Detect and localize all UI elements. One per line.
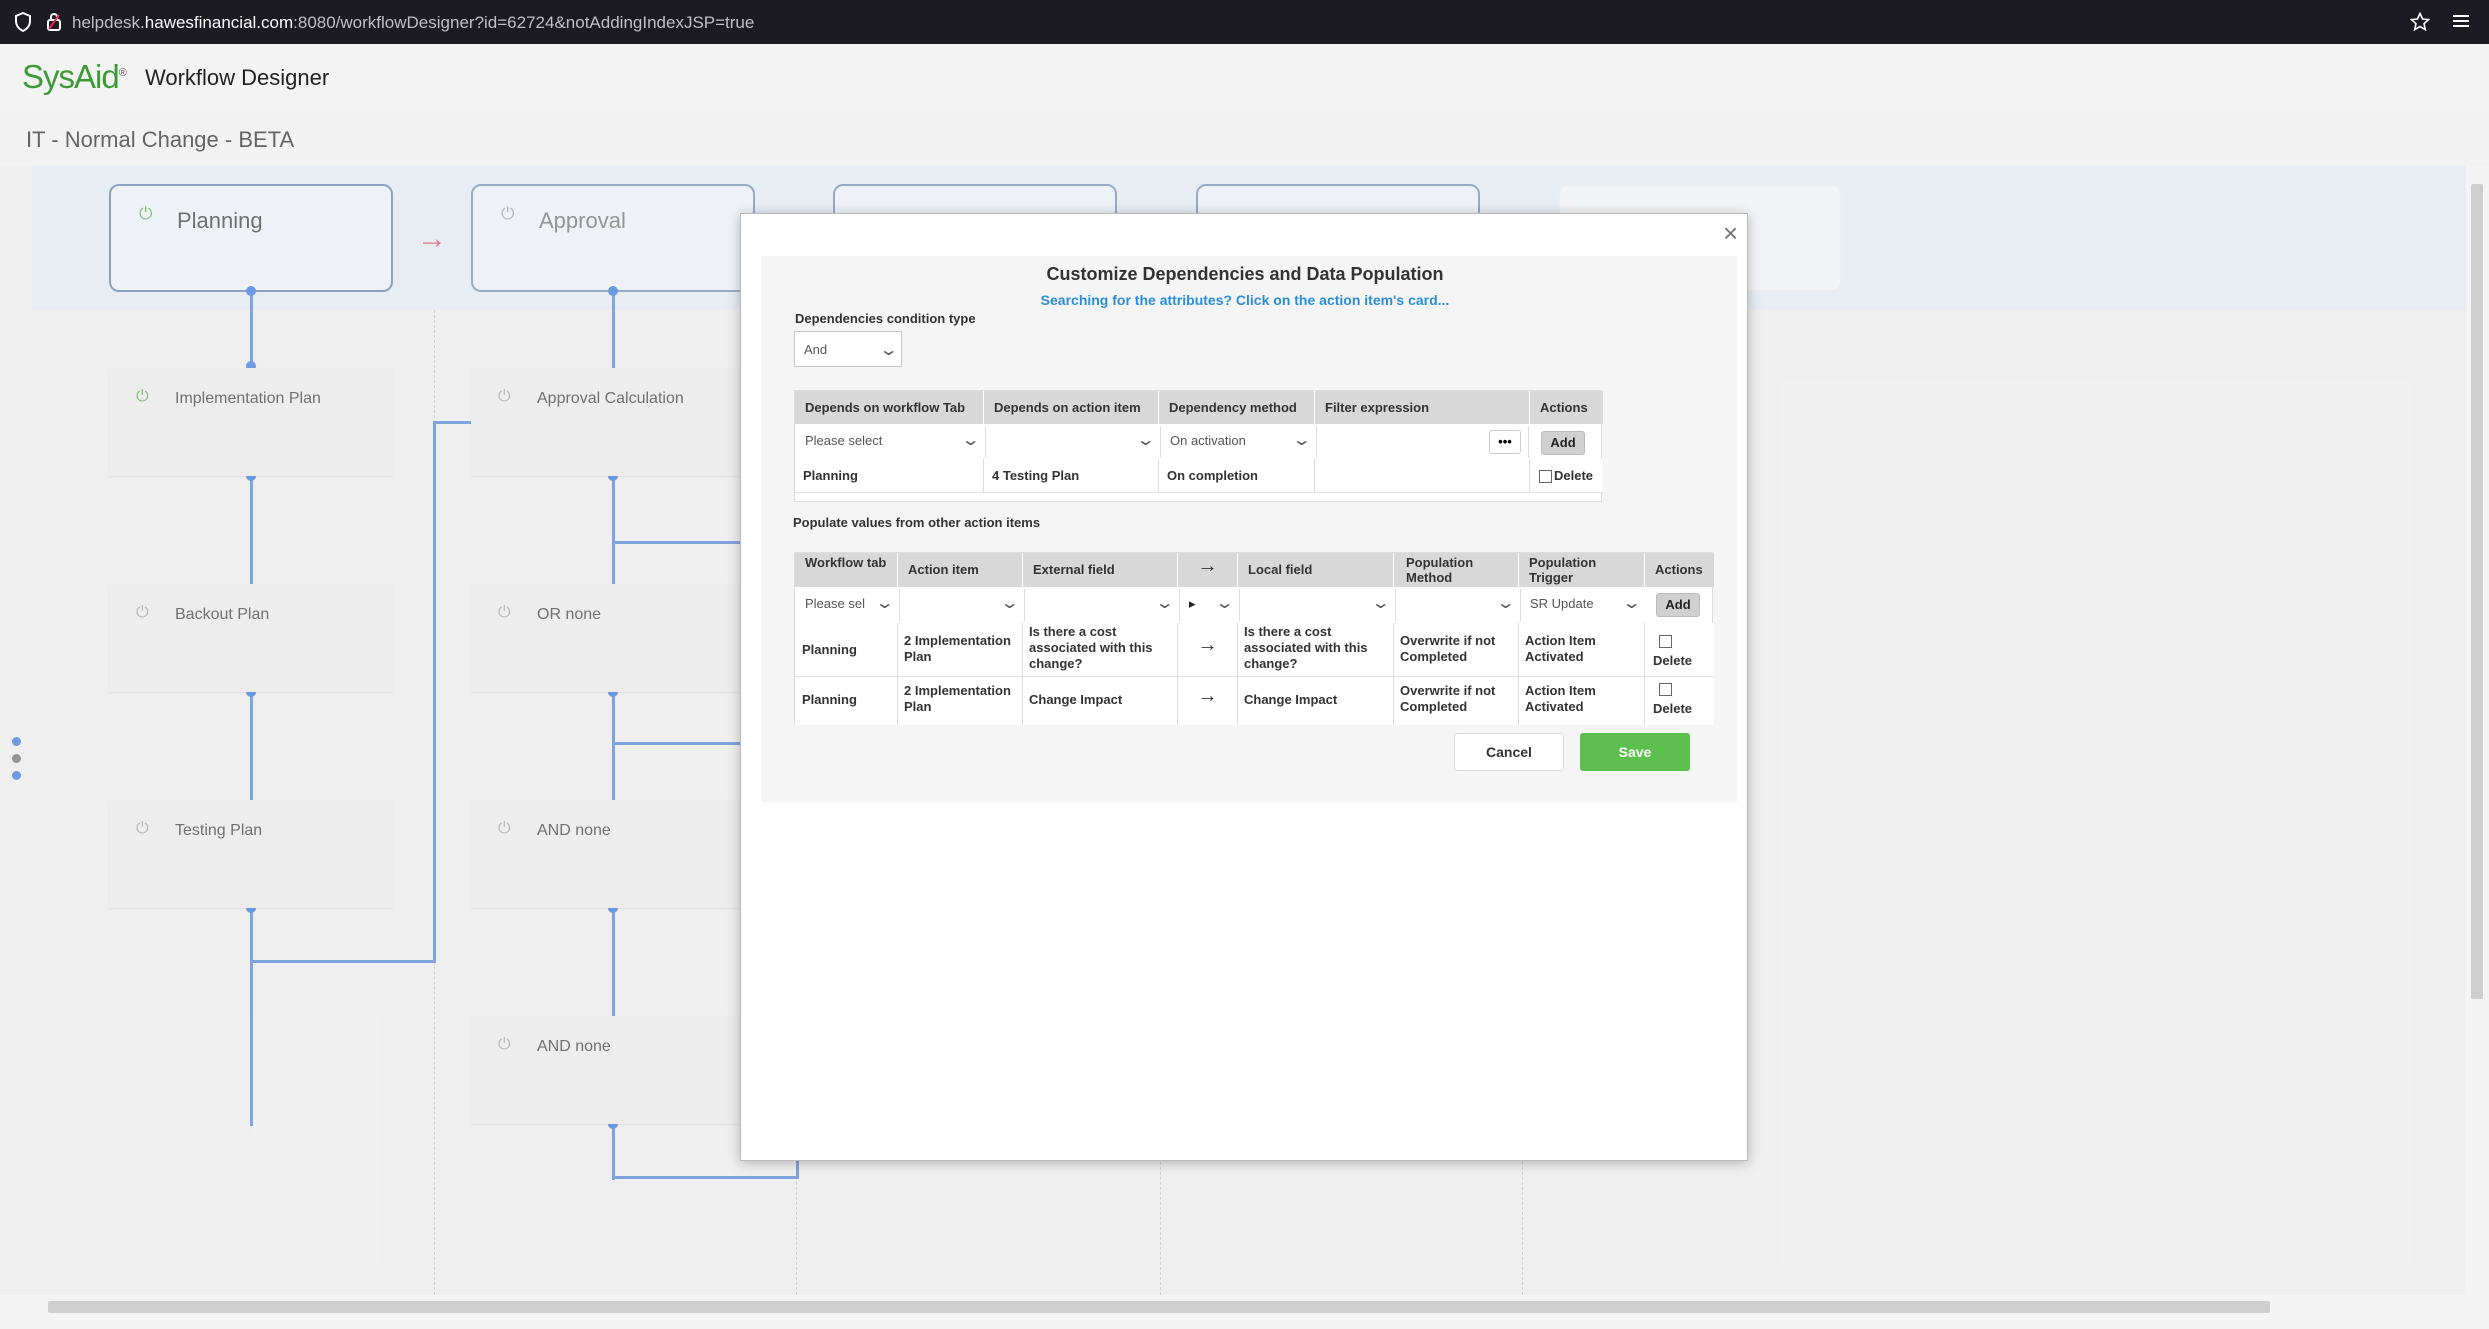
depends-tab-select[interactable]: Please select ⌄: [796, 426, 983, 458]
population-method-select[interactable]: ⌄: [1395, 589, 1518, 621]
population-trigger-select[interactable]: SR Update ⌄: [1520, 589, 1644, 621]
url-field[interactable]: helpdesk.hawesfinancial.com:8080/workflo…: [72, 13, 754, 33]
chevron-down-icon: ⌄: [1291, 432, 1312, 449]
url-domain: hawesfinancial.com: [144, 13, 294, 32]
external-field-select[interactable]: ⌄: [1024, 589, 1177, 621]
close-icon[interactable]: ×: [1723, 218, 1738, 249]
chevron-down-icon: ⌄: [1154, 595, 1175, 612]
chevron-down-icon: ⌄: [1214, 595, 1235, 612]
pop-row-trigger: Action Item Activated: [1519, 623, 1645, 677]
direction-arrow-icon: →: [1178, 553, 1238, 587]
chevron-down-icon: ⌄: [1495, 595, 1516, 612]
direction-value: ▸: [1189, 596, 1196, 611]
chevron-down-icon: ⌄: [1621, 595, 1642, 612]
pop-row-local: Change Impact: [1238, 677, 1394, 725]
column-header: Actions: [1530, 391, 1603, 424]
column-header: Depends on action item: [984, 391, 1159, 424]
populate-label: Populate values from other action items: [793, 515, 1041, 530]
pop-row-local: Is there a cost associated with this cha…: [1238, 623, 1394, 677]
app-header: [0, 44, 2489, 112]
population-trigger-value: SR Update: [1530, 596, 1594, 611]
column-header: Dependency method: [1159, 391, 1315, 424]
star-icon[interactable]: [2409, 11, 2431, 36]
pop-row-item: 2 Implementation Plan: [898, 623, 1023, 677]
local-field-select[interactable]: ⌄: [1239, 589, 1393, 621]
pop-row-method: Overwrite if not Completed: [1394, 677, 1519, 725]
chevron-down-icon: ⌄: [999, 595, 1020, 612]
logo-text: SysAid: [22, 58, 120, 95]
pop-row-actions: Delete: [1645, 677, 1714, 725]
chevron-down-icon: ⌄: [874, 595, 895, 612]
delete-label: Delete: [1653, 653, 1693, 668]
pop-row-method: Overwrite if not Completed: [1394, 623, 1519, 677]
population-table: Workflow tab Action item External field …: [794, 552, 1714, 725]
modal-subtitle-link[interactable]: Searching for the attributes? Click on t…: [741, 292, 1749, 308]
sysaid-logo[interactable]: SysAid®: [22, 58, 127, 96]
column-header: Population Method: [1394, 553, 1519, 587]
delete-checkbox[interactable]: [1539, 470, 1552, 483]
pop-row-arrow-icon: →: [1178, 677, 1238, 725]
action-item-select[interactable]: ⌄: [899, 589, 1022, 621]
save-button[interactable]: Save: [1580, 733, 1690, 771]
dep-row-tab: Planning: [795, 459, 984, 493]
chevron-down-icon: ⌄: [1135, 432, 1156, 449]
condition-type-select[interactable]: And ⌄: [794, 331, 902, 367]
pop-row-trigger: Action Item Activated: [1519, 677, 1645, 725]
shield-icon[interactable]: [14, 11, 32, 36]
hamburger-menu-icon[interactable]: [2452, 12, 2470, 34]
column-header: Workflow tab: [795, 553, 898, 587]
dep-row-filter: [1315, 459, 1530, 493]
chevron-down-icon: ⌄: [878, 342, 899, 359]
pop-row-actions: Delete: [1645, 623, 1714, 677]
lock-icon[interactable]: [46, 12, 62, 36]
column-header: External field: [1023, 553, 1178, 587]
column-header: Actions: [1645, 553, 1714, 587]
dependency-method-value: On activation: [1170, 433, 1246, 448]
chevron-down-icon: ⌄: [960, 432, 981, 449]
delete-label: Delete: [1653, 701, 1693, 716]
column-header: Filter expression: [1315, 391, 1530, 424]
browser-toolbar: helpdesk.hawesfinancial.com:8080/workflo…: [0, 0, 2489, 44]
delete-checkbox[interactable]: [1659, 683, 1672, 696]
app-title: Workflow Designer: [145, 65, 330, 90]
pop-row-tab: Planning: [795, 677, 898, 725]
url-suffix: :8080/workflowDesigner?id=62724&notAddin…: [293, 13, 755, 32]
condition-type-value: And: [804, 342, 828, 357]
dependencies-modal: × Customize Dependencies and Data Popula…: [740, 213, 1748, 1161]
condition-type-label: Dependencies condition type: [795, 311, 976, 326]
column-header: Local field: [1238, 553, 1394, 587]
direction-select[interactable]: ▸ ⌄: [1179, 589, 1237, 621]
cancel-button[interactable]: Cancel: [1454, 733, 1564, 771]
pop-row-tab: Planning: [795, 623, 898, 677]
more-options-button[interactable]: •••: [1489, 430, 1521, 454]
column-header: Population Trigger: [1519, 553, 1645, 587]
dep-row-actions: Delete: [1530, 459, 1603, 493]
dep-row-method: On completion: [1159, 459, 1315, 493]
url-prefix: helpdesk.: [72, 13, 145, 32]
add-dependency-button[interactable]: Add: [1541, 431, 1585, 455]
pop-row-arrow-icon: →: [1178, 623, 1238, 677]
chevron-down-icon: ⌄: [1370, 595, 1391, 612]
pop-row-item: 2 Implementation Plan: [898, 677, 1023, 725]
pop-row-external: Is there a cost associated with this cha…: [1023, 623, 1178, 677]
depends-item-select[interactable]: ⌄: [985, 426, 1158, 458]
delete-checkbox[interactable]: [1659, 635, 1672, 648]
column-header: Depends on workflow Tab: [795, 391, 984, 424]
workflow-tab-value: Please sel: [805, 596, 865, 611]
workflow-tab-select[interactable]: Please sel ⌄: [796, 589, 897, 621]
dependency-method-select[interactable]: On activation ⌄: [1160, 426, 1314, 458]
add-population-button[interactable]: Add: [1656, 593, 1700, 617]
dependencies-table: Depends on workflow Tab Depends on actio…: [794, 390, 1603, 502]
depends-tab-value: Please select: [805, 433, 883, 448]
dep-row-item: 4 Testing Plan: [984, 459, 1159, 493]
modal-title: Customize Dependencies and Data Populati…: [1046, 264, 1444, 284]
logo-mark: ®: [118, 67, 127, 79]
pop-row-external: Change Impact: [1023, 677, 1178, 725]
column-header: Action item: [898, 553, 1023, 587]
delete-label: Delete: [1554, 468, 1594, 483]
